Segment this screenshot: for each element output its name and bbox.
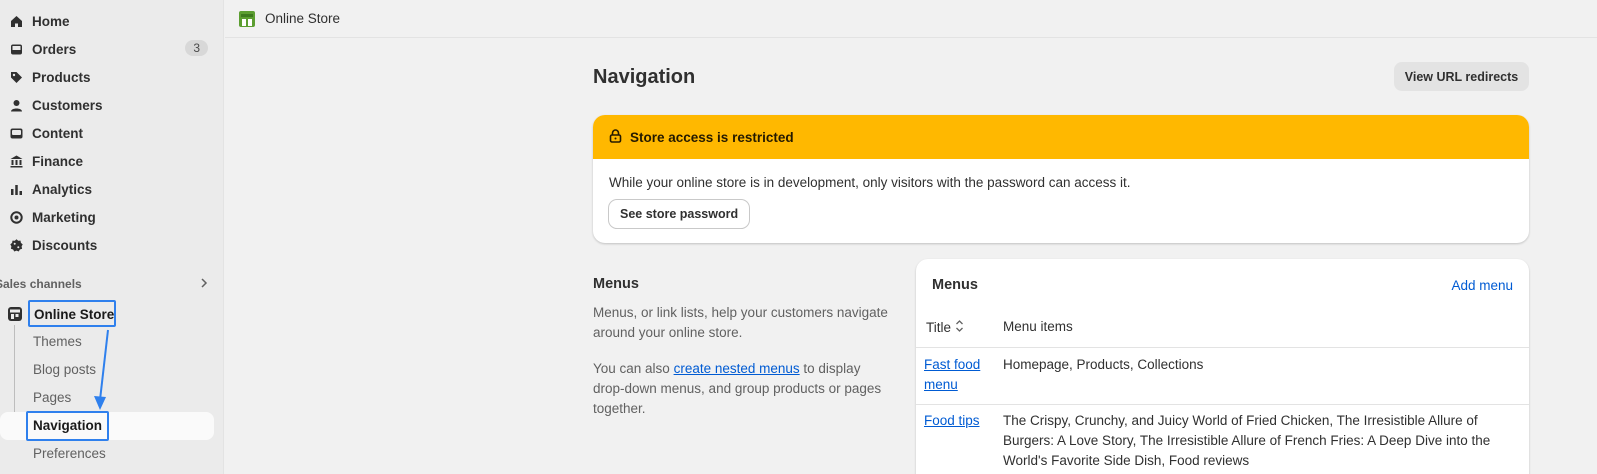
menus-heading: Menus: [593, 276, 639, 292]
topbar-title: Online Store: [265, 11, 341, 26]
sidebar-item-products[interactable]: Products: [0, 64, 212, 90]
annotation-box-navigation: [26, 411, 109, 441]
chevron-right-icon: [199, 277, 209, 292]
menu-items-cell: The Crispy, Crunchy, and Juicy World of …: [1003, 413, 1491, 468]
sidebar-item-marketing[interactable]: Marketing: [0, 204, 212, 230]
sidebar-item-finance[interactable]: Finance: [0, 148, 212, 174]
menus-desc-1: Menus, or link lists, help your customer…: [593, 305, 888, 340]
person-icon: [9, 98, 23, 112]
sidebar-item-label: Finance: [32, 153, 84, 169]
view-url-redirects-button[interactable]: View URL redirects: [1394, 62, 1529, 91]
lock-icon: [609, 128, 622, 146]
sidebar-item-label: Orders: [32, 41, 77, 57]
banner-body: While your online store is in developmen…: [593, 159, 1529, 243]
home-icon: [9, 14, 23, 28]
add-menu-link[interactable]: Add menu: [1451, 278, 1513, 293]
sidebar-item-analytics[interactable]: Analytics: [0, 176, 212, 202]
see-store-password-button[interactable]: See store password: [609, 200, 750, 228]
menus-card-title: Menus: [932, 277, 978, 293]
discount-icon: [9, 238, 23, 252]
image-icon: [9, 126, 23, 140]
menu-title-link[interactable]: Fast food menu: [924, 355, 996, 395]
sidebar-item-label: Content: [32, 125, 83, 141]
sidebar-subitem-pages[interactable]: Pages: [33, 390, 71, 405]
menu-title-link[interactable]: Food tips: [924, 411, 996, 431]
banner-message: While your online store is in developmen…: [609, 175, 1131, 190]
sidebar-item-orders[interactable]: Orders 3: [0, 36, 212, 62]
table-divider: [916, 404, 1529, 405]
menus-card: Menus Add menu Title Menu items Fast foo…: [916, 259, 1529, 474]
target-icon: [9, 210, 23, 224]
sidebar-subitem-preferences[interactable]: Preferences: [33, 446, 106, 461]
annotation-arrow: [94, 329, 109, 410]
top-bar: Online Store: [225, 0, 1597, 38]
sidebar-item-label: Discounts: [32, 237, 98, 253]
menu-items-cell: Homepage, Products, Collections: [1003, 357, 1204, 372]
sidebar-subitem-themes[interactable]: Themes: [33, 334, 82, 349]
menus-desc-2: You can also create nested menus to disp…: [593, 359, 893, 419]
menus-description: Menus Menus, or link lists, help your cu…: [593, 276, 893, 435]
desc2-prefix: You can also: [593, 361, 674, 376]
bank-icon: [9, 154, 23, 168]
sidebar-subitem-blog-posts[interactable]: Blog posts: [33, 362, 96, 377]
sales-channels-header[interactable]: Sales channels: [0, 277, 209, 292]
banner-header: Store access is restricted: [593, 115, 1529, 159]
storefront-icon: [7, 306, 23, 322]
orders-count-badge: 3: [185, 40, 208, 56]
sidebar-item-content[interactable]: Content: [0, 120, 212, 146]
sort-icon: [955, 319, 964, 336]
sidebar-item-label: Products: [32, 69, 91, 85]
sidebar-item-label: Home: [32, 13, 70, 29]
inbox-icon: [9, 42, 23, 56]
sidebar-item-label: Analytics: [32, 181, 93, 197]
sidebar-item-label: Customers: [32, 97, 103, 113]
column-header-menu-items: Menu items: [1003, 319, 1073, 334]
sidebar-item-label: Marketing: [32, 209, 96, 225]
sidebar-item-home[interactable]: Home: [0, 8, 212, 34]
annotation-box-online-store: [28, 300, 116, 327]
sidebar-item-discounts[interactable]: Discounts: [0, 232, 212, 258]
bar-chart-icon: [9, 182, 23, 196]
tag-icon: [9, 70, 23, 84]
sidebar-item-customers[interactable]: Customers: [0, 92, 212, 118]
banner-title: Store access is restricted: [630, 129, 794, 145]
sales-channels-title: Sales channels: [0, 277, 82, 291]
tree-line: [14, 325, 15, 423]
store-restricted-banner: Store access is restricted While your on…: [593, 115, 1529, 243]
sidebar: Home Orders 3 Products Customers Content…: [0, 0, 224, 474]
online-store-logo-icon: [238, 10, 256, 28]
page-title: Navigation: [593, 66, 696, 88]
create-nested-menus-link[interactable]: create nested menus: [674, 361, 800, 376]
table-divider: [916, 347, 1529, 348]
column-header-title[interactable]: Title: [926, 319, 964, 336]
column-header-title-label: Title: [926, 320, 952, 335]
